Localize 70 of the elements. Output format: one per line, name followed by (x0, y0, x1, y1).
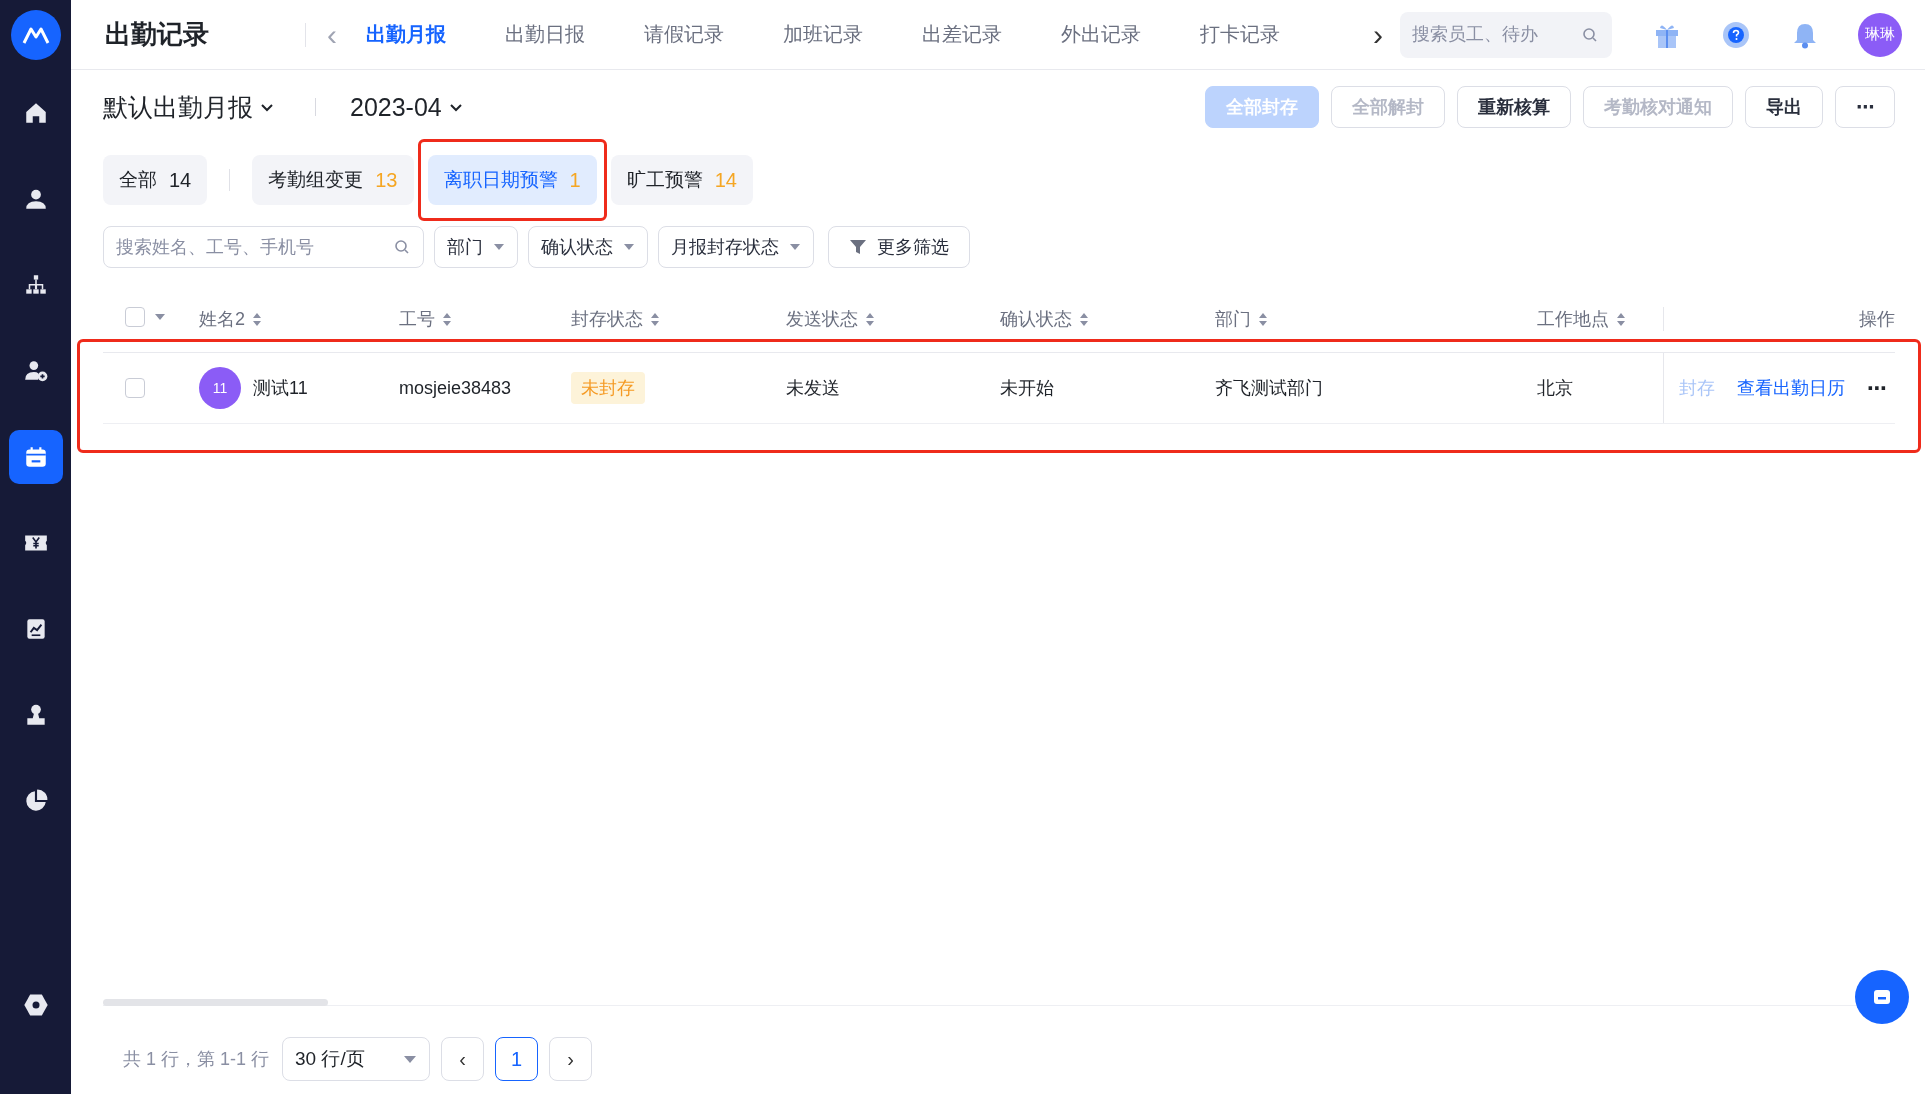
more-button[interactable]: ⋯ (1867, 376, 1887, 400)
sort-icon[interactable] (253, 312, 261, 326)
status-tag: 未封存 (571, 372, 645, 404)
toolbar-button[interactable]: 导出 (1745, 86, 1823, 128)
search-icon (1582, 26, 1598, 43)
nav-tab[interactable]: 请假记录 (644, 21, 783, 48)
table-cell-text: 齐飞测试部门 (1215, 377, 1323, 400)
page-title: 出勤记录 (105, 18, 210, 51)
toolbar-button[interactable]: ⋯ (1835, 86, 1895, 128)
filter-chip[interactable]: 旷工预警 14 (610, 155, 753, 205)
checkbox[interactable] (125, 307, 145, 327)
filter-chip[interactable]: 全部 14 (103, 155, 208, 205)
table-cell-text: 测试11 (253, 377, 308, 400)
search-icon (394, 239, 410, 255)
caret-icon (493, 243, 505, 251)
caret-icon[interactable] (155, 313, 165, 321)
nav-tab[interactable]: 加班记录 (783, 21, 922, 48)
table-cell: mosjeie38483 (399, 377, 512, 399)
more-filters-button[interactable]: 更多筛选 (828, 226, 970, 268)
calendar-icon[interactable] (8, 430, 63, 484)
sort-icon[interactable] (1259, 312, 1267, 326)
column-header: 工号 (399, 308, 435, 331)
previous-page-button[interactable]: ‹ (441, 1037, 485, 1081)
table-cell-text: 未发送 (786, 377, 840, 400)
filter-chip[interactable]: 考勤组变更 13 (252, 155, 414, 205)
report-selector[interactable]: 默认出勤月报 (103, 90, 275, 124)
page-size-dropdown[interactable]: 30 行/页 (282, 1037, 431, 1081)
table-cell-text: 未开始 (1000, 377, 1054, 400)
user-avatar[interactable]: 琳琳 (1858, 12, 1902, 57)
table-cell-text: 北京 (1537, 377, 1573, 400)
filter-dropdown[interactable]: 月报封存状态 (658, 226, 814, 268)
action-link[interactable]: 查看出勤日历 (1737, 376, 1845, 400)
sort-icon[interactable] (1080, 312, 1088, 326)
sort-icon[interactable] (443, 312, 451, 326)
nav-tab[interactable]: 出勤日报 (505, 21, 644, 48)
help-icon[interactable] (1722, 20, 1750, 49)
caret-icon (623, 243, 635, 251)
month-selector[interactable]: 2023-04 (350, 92, 464, 122)
toolbar-button[interactable]: 重新核算 (1457, 86, 1571, 128)
filter-icon (849, 238, 867, 256)
caret-icon (789, 243, 801, 251)
avatar: 11 (199, 367, 241, 409)
column-header: 发送状态 (786, 308, 858, 331)
logo-icon (10, 10, 61, 60)
column-header: 姓名2 (199, 308, 245, 331)
sort-icon[interactable] (1617, 312, 1625, 326)
search-field[interactable]: 搜索姓名、工号、手机号 (103, 226, 424, 268)
pagination-summary: 共 1 行，第 1-1 行 (123, 1048, 270, 1071)
search-field[interactable]: 搜索员工、待办 (1400, 11, 1612, 58)
checkbox[interactable] (125, 378, 145, 398)
column-header: 确认状态 (1000, 308, 1072, 331)
nav-tab[interactable]: 外出记录 (1061, 21, 1200, 48)
nav-tab[interactable]: 出勤月报 (366, 21, 505, 48)
nav-tab[interactable]: 出差记录 (922, 21, 1061, 48)
chat-button[interactable] (1855, 970, 1909, 1024)
scroll-right-button[interactable]: › (1366, 17, 1390, 52)
column-header: 工作地点 (1537, 308, 1609, 331)
next-page-button[interactable]: › (549, 1037, 593, 1081)
filter-dropdown[interactable]: 确认状态 (528, 226, 648, 268)
column-header: 操作 (1859, 308, 1895, 331)
page-button[interactable]: 1 (495, 1037, 539, 1081)
filter-chip[interactable]: 离职日期预警 1 (427, 155, 597, 205)
nav-tab[interactable]: 打卡记录 (1200, 21, 1339, 48)
sort-icon[interactable] (866, 312, 874, 326)
sort-icon[interactable] (651, 312, 659, 326)
filter-dropdown[interactable]: 部门 (434, 226, 518, 268)
scrollbar-thumb[interactable] (103, 999, 328, 1006)
caret-icon (403, 1054, 418, 1064)
column-header: 封存状态 (571, 308, 643, 331)
column-header: 部门 (1215, 308, 1251, 331)
